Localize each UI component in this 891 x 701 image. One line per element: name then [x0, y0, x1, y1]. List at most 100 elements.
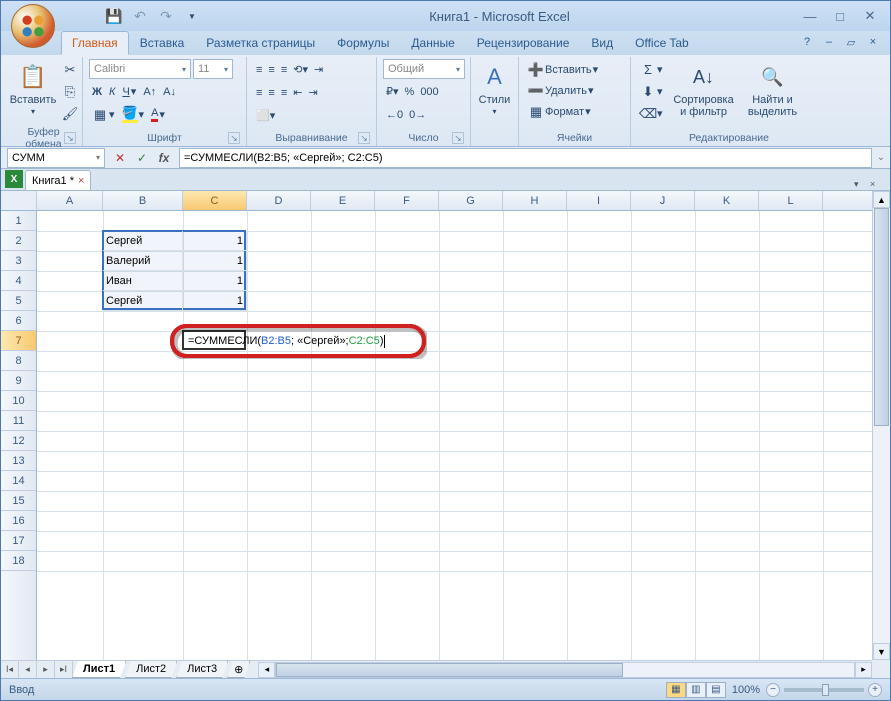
cell[interactable]: Иван: [103, 271, 183, 291]
font-color-button[interactable]: A▾: [148, 104, 168, 125]
row-header[interactable]: 10: [1, 391, 36, 411]
tab-insert[interactable]: Вставка: [129, 31, 196, 55]
row-header[interactable]: 16: [1, 511, 36, 531]
scroll-up-icon[interactable]: ▲: [873, 191, 890, 208]
row-header[interactable]: 8: [1, 351, 36, 371]
maximize-button[interactable]: □: [826, 6, 854, 26]
sort-filter-button[interactable]: A↓ Сортировка и фильтр: [670, 59, 738, 118]
clipboard-launcher-icon[interactable]: ↘: [64, 132, 76, 144]
column-header[interactable]: B: [103, 191, 183, 210]
horizontal-scrollbar[interactable]: ◂ ▸: [258, 661, 872, 678]
expand-formula-bar-icon[interactable]: ⌄: [872, 152, 890, 163]
percent-button[interactable]: %: [402, 81, 418, 102]
save-icon[interactable]: 💾: [103, 5, 125, 27]
column-header[interactable]: I: [567, 191, 631, 210]
number-launcher-icon[interactable]: ↘: [452, 132, 464, 144]
zoom-level[interactable]: 100%: [732, 684, 760, 696]
delete-cells-button[interactable]: ➖Удалить ▾: [525, 80, 597, 101]
row-header[interactable]: 11: [1, 411, 36, 431]
number-format-combo[interactable]: Общий▾: [383, 59, 465, 79]
font-family-combo[interactable]: Calibri▾: [89, 59, 191, 79]
zoom-slider[interactable]: [784, 688, 864, 692]
hscroll-thumb[interactable]: [276, 663, 623, 677]
styles-button[interactable]: A Стили ▾: [477, 59, 512, 116]
column-header[interactable]: K: [695, 191, 759, 210]
align-top-button[interactable]: ≡: [253, 59, 265, 80]
page-break-view-button[interactable]: ▤: [706, 682, 726, 698]
underline-button[interactable]: Ч▾: [119, 81, 139, 102]
comma-button[interactable]: 000: [417, 81, 441, 102]
row-header[interactable]: 14: [1, 471, 36, 491]
format-cells-button[interactable]: ▦Формат ▾: [525, 101, 594, 122]
page-layout-view-button[interactable]: ▥: [686, 682, 706, 698]
row-header[interactable]: 13: [1, 451, 36, 471]
new-sheet-button[interactable]: ⊕: [227, 661, 250, 678]
scroll-right-icon[interactable]: ▸: [855, 662, 872, 678]
row-header[interactable]: 1: [1, 211, 36, 231]
doc-minimize-button[interactable]: –: [820, 33, 838, 51]
row-header[interactable]: 2: [1, 231, 36, 251]
cell[interactable]: Сергей: [103, 231, 183, 251]
align-left-button[interactable]: ≡: [253, 82, 265, 103]
first-sheet-icon[interactable]: I◂: [1, 661, 19, 678]
zoom-out-button[interactable]: −: [766, 683, 780, 697]
column-header[interactable]: H: [503, 191, 567, 210]
tab-home[interactable]: Главная: [61, 31, 129, 55]
qat-customize-icon[interactable]: ▼: [181, 5, 203, 27]
increase-font-button[interactable]: A↑: [140, 81, 159, 102]
column-header[interactable]: D: [247, 191, 311, 210]
align-middle-button[interactable]: ≡: [265, 59, 277, 80]
italic-button[interactable]: К: [106, 81, 118, 102]
tab-officetab[interactable]: Office Tab: [624, 31, 700, 55]
alignment-launcher-icon[interactable]: ↘: [358, 132, 370, 144]
currency-button[interactable]: ₽▾: [383, 81, 402, 102]
sheet-tab[interactable]: Лист1: [72, 661, 126, 678]
font-size-combo[interactable]: 11▾: [193, 59, 233, 79]
tab-review[interactable]: Рецензирование: [466, 31, 581, 55]
wrap-text-button[interactable]: ⇥: [311, 59, 326, 80]
doc-restore-button[interactable]: ▱: [842, 33, 860, 51]
find-select-button[interactable]: 🔍 Найти и выделить: [742, 59, 804, 118]
name-box[interactable]: СУММ▾: [7, 148, 105, 168]
cell[interactable]: Сергей: [103, 291, 183, 311]
sheet-tab[interactable]: Лист2: [125, 661, 177, 678]
office-button[interactable]: [11, 4, 55, 48]
column-header[interactable]: G: [439, 191, 503, 210]
scroll-down-icon[interactable]: ▼: [873, 643, 890, 660]
worksheet-grid[interactable]: ABCDEFGHIJKL 123456789101112131415161718…: [1, 191, 890, 678]
close-button[interactable]: ✕: [856, 6, 884, 26]
insert-function-button[interactable]: fx: [153, 148, 175, 168]
scroll-left-icon[interactable]: ◂: [258, 662, 275, 678]
decrease-indent-button[interactable]: ⇤: [290, 82, 305, 103]
doc-close-button[interactable]: ×: [864, 33, 882, 51]
column-header[interactable]: F: [375, 191, 439, 210]
cut-button[interactable]: ✂: [59, 59, 81, 80]
next-sheet-icon[interactable]: ▸: [37, 661, 55, 678]
formula-input[interactable]: =СУММЕСЛИ(B2:B5; «Сергей»; C2:C5): [179, 148, 872, 168]
align-right-button[interactable]: ≡: [278, 82, 290, 103]
decrease-decimal-button[interactable]: 0→: [406, 104, 429, 125]
help-icon[interactable]: ?: [798, 33, 816, 51]
column-header[interactable]: E: [311, 191, 375, 210]
paste-button[interactable]: 📋 Вставить ▾: [11, 59, 55, 116]
bold-button[interactable]: Ж: [89, 81, 105, 102]
format-painter-button[interactable]: 🖌: [59, 103, 81, 124]
column-header[interactable]: L: [759, 191, 823, 210]
document-tab[interactable]: Книга1 *×: [25, 170, 91, 190]
font-launcher-icon[interactable]: ↘: [228, 132, 240, 144]
normal-view-button[interactable]: ▦: [666, 682, 686, 698]
vertical-scrollbar[interactable]: ▲ ▼: [872, 191, 890, 660]
zoom-in-button[interactable]: +: [868, 683, 882, 697]
copy-button[interactable]: ⎘: [59, 81, 81, 102]
row-header[interactable]: 18: [1, 551, 36, 571]
increase-indent-button[interactable]: ⇥: [305, 82, 320, 103]
merge-button[interactable]: ⬜▾: [253, 105, 278, 126]
cell[interactable]: 1: [183, 231, 247, 251]
row-header[interactable]: 7: [1, 331, 36, 351]
prev-sheet-icon[interactable]: ◂: [19, 661, 37, 678]
doc-tabs-menu-icon[interactable]: ▾: [854, 179, 868, 190]
column-header[interactable]: J: [631, 191, 695, 210]
sheet-tab[interactable]: Лист3: [176, 661, 228, 678]
confirm-formula-button[interactable]: ✓: [131, 148, 153, 168]
cell[interactable]: 1: [183, 291, 247, 311]
